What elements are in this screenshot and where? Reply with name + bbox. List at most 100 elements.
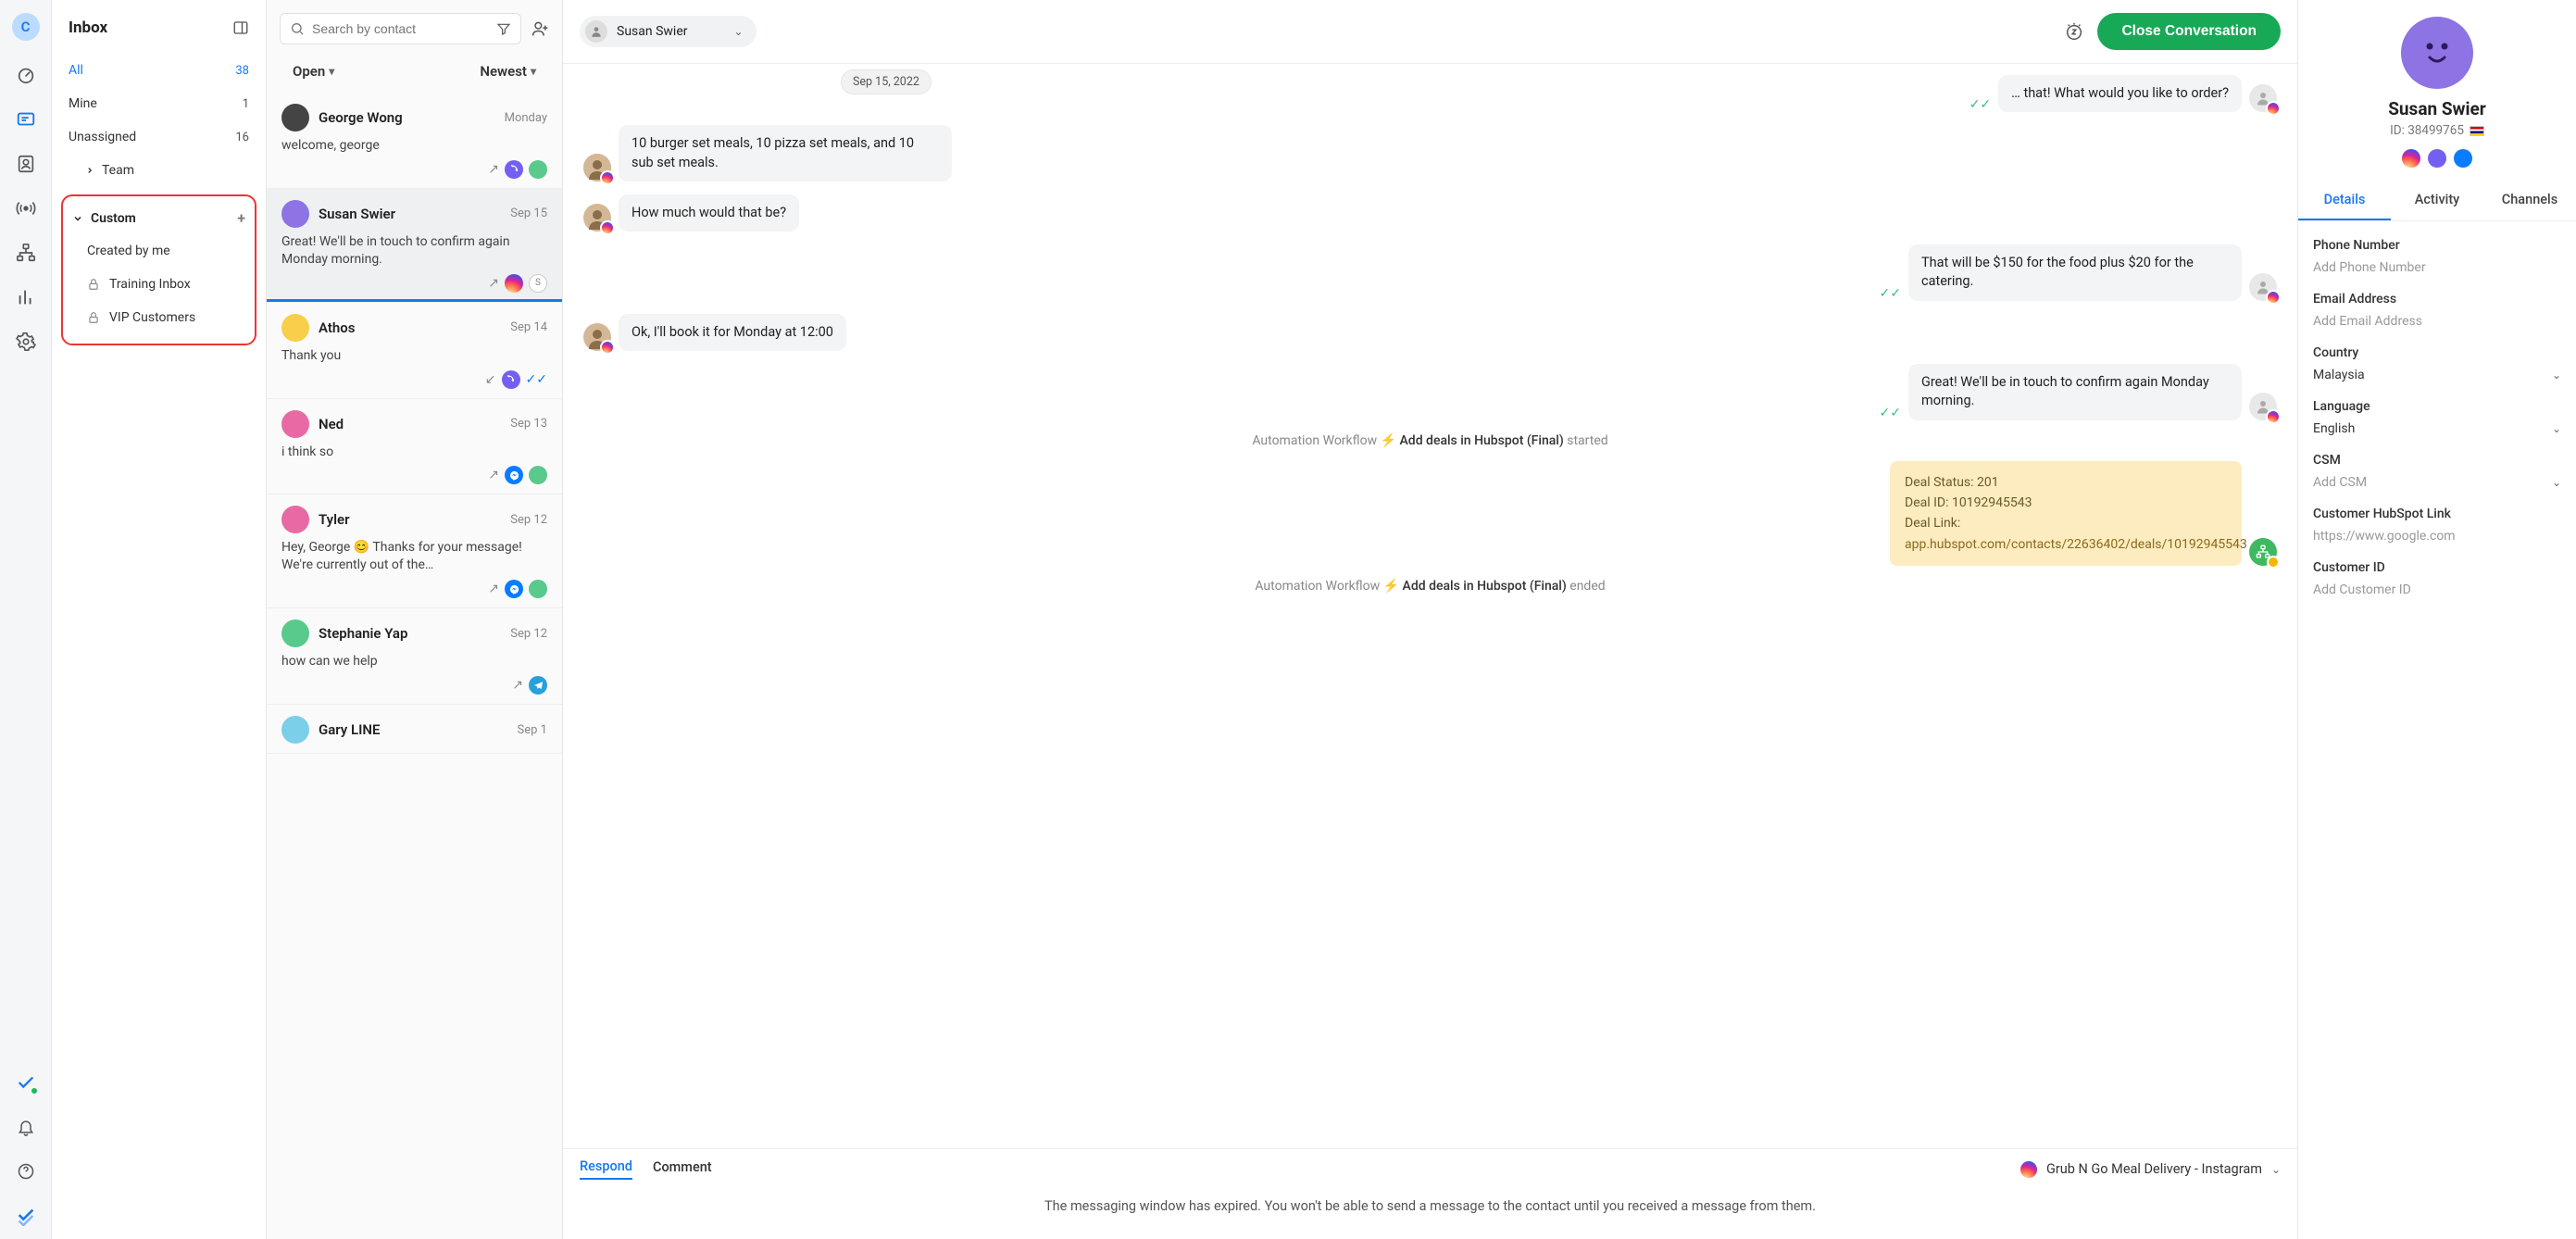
channel-name: Grub N Go Meal Delivery - Instagram bbox=[2046, 1161, 2262, 1177]
avatar bbox=[281, 506, 309, 533]
chevron-right-icon bbox=[85, 166, 94, 175]
workflows-icon[interactable] bbox=[16, 243, 36, 263]
instagram-icon bbox=[2266, 101, 2281, 116]
field-value[interactable]: Add Phone Number bbox=[2313, 260, 2561, 275]
workflow-started-line: Automation Workflow ⚡ Add deals in Hubsp… bbox=[583, 433, 2277, 448]
add-custom-inbox-button[interactable]: + bbox=[237, 209, 245, 227]
add-contact-button[interactable] bbox=[531, 19, 549, 38]
notifications-icon[interactable] bbox=[16, 1117, 36, 1137]
outgoing-arrow-icon: ↗ bbox=[488, 468, 499, 482]
message-in: 10 burger set meals, 10 pizza set meals,… bbox=[583, 125, 2277, 181]
inbox-icon[interactable] bbox=[16, 109, 36, 130]
field-label: Country bbox=[2313, 345, 2561, 360]
conversation-item[interactable]: Gary LINESep 1 bbox=[267, 705, 562, 754]
help-icon[interactable] bbox=[16, 1161, 36, 1182]
viber-icon[interactable] bbox=[2428, 149, 2446, 168]
avatar bbox=[281, 716, 309, 744]
chat-panel: Susan Swier ⌄ Close Conversation ✓✓ … th… bbox=[563, 0, 2298, 1239]
status-filter-dropdown[interactable]: Open ▾ bbox=[293, 63, 334, 80]
custom-item-label: VIP Customers bbox=[109, 310, 195, 325]
snooze-button[interactable] bbox=[2064, 21, 2084, 42]
field-value[interactable]: Malaysia⌄ bbox=[2313, 368, 2561, 382]
nav-rail: C bbox=[0, 0, 52, 1239]
timestamp: Sep 15 bbox=[510, 206, 547, 220]
message-in: How much would that be? bbox=[583, 194, 2277, 232]
read-ticks-icon: ✓✓ bbox=[1880, 286, 1901, 301]
details-tab[interactable]: Details bbox=[2298, 181, 2391, 220]
sort-filter-dropdown[interactable]: Newest ▾ bbox=[480, 63, 536, 80]
field-value[interactable]: Add Customer ID bbox=[2313, 582, 2561, 597]
field-value[interactable]: Add CSM⌄ bbox=[2313, 475, 2561, 490]
custom-item-vip-customers[interactable]: VIP Customers bbox=[63, 301, 255, 334]
contact-selector-dropdown[interactable]: Susan Swier ⌄ bbox=[580, 16, 757, 47]
contact-name: George Wong bbox=[319, 109, 495, 126]
contact-details-panel: Susan Swier ID: 38499765 Details Activit… bbox=[2298, 0, 2576, 1239]
filter-icon[interactable] bbox=[496, 21, 511, 36]
agent-avatar bbox=[2249, 84, 2277, 112]
folder-label: All bbox=[69, 63, 83, 78]
conversation-item[interactable]: Stephanie YapSep 12how can we help↗ bbox=[267, 608, 562, 705]
chevron-down-icon: ⌄ bbox=[2271, 1163, 2281, 1176]
lock-icon bbox=[87, 278, 100, 291]
comment-tab[interactable]: Comment bbox=[653, 1159, 712, 1179]
close-conversation-button[interactable]: Close Conversation bbox=[2097, 13, 2281, 50]
folder-mine[interactable]: Mine 1 bbox=[52, 87, 266, 120]
person-icon bbox=[585, 20, 607, 43]
channels-tab[interactable]: Channels bbox=[2483, 181, 2576, 220]
timestamp: Sep 14 bbox=[510, 320, 547, 334]
viber-icon bbox=[505, 160, 523, 179]
instagram-icon[interactable] bbox=[2402, 149, 2420, 168]
channel-selector-dropdown[interactable]: Grub N Go Meal Delivery - Instagram ⌄ bbox=[2020, 1161, 2281, 1178]
custom-item-training-inbox[interactable]: Training Inbox bbox=[63, 268, 255, 301]
status-icon[interactable] bbox=[16, 1072, 36, 1093]
contact-name-heading: Susan Swier bbox=[2313, 98, 2561, 119]
conversation-items: George WongMondaywelcome, george↗Susan S… bbox=[267, 93, 562, 754]
workspace-avatar[interactable]: C bbox=[12, 13, 40, 41]
read-ticks-icon: ✓✓ bbox=[1880, 406, 1901, 420]
messenger-icon bbox=[505, 466, 523, 484]
contacts-icon[interactable] bbox=[16, 154, 36, 174]
settings-icon[interactable] bbox=[16, 332, 36, 352]
custom-inboxes-highlight: Custom + Created by me Training Inbox VI… bbox=[61, 194, 256, 345]
folder-label: Mine bbox=[69, 96, 97, 111]
contact-name: Stephanie Yap bbox=[319, 625, 501, 642]
dashboard-icon[interactable] bbox=[16, 65, 36, 85]
conversation-item[interactable]: TylerSep 12Hey, George 😊 Thanks for your… bbox=[267, 494, 562, 608]
conversation-item[interactable]: George WongMondaywelcome, george↗ bbox=[267, 93, 562, 189]
agent-avatar bbox=[2249, 393, 2277, 420]
message-preview: i think so bbox=[281, 444, 547, 461]
activity-tab[interactable]: Activity bbox=[2391, 181, 2483, 220]
field-label: Customer ID bbox=[2313, 560, 2561, 575]
conversation-item[interactable]: NedSep 13i think so↗ bbox=[267, 399, 562, 495]
contact-avatar bbox=[583, 323, 611, 351]
custom-subheading: Created by me bbox=[63, 234, 255, 268]
date-separator: Sep 15, 2022 bbox=[841, 69, 932, 94]
instagram-icon bbox=[2266, 290, 2281, 305]
brand-icon[interactable] bbox=[16, 1206, 36, 1226]
folder-team[interactable]: Team bbox=[52, 154, 266, 187]
collapse-sidebar-icon[interactable] bbox=[232, 19, 249, 36]
conversation-item[interactable]: Susan SwierSep 15Great! We'll be in touc… bbox=[267, 189, 562, 303]
incoming-arrow-icon: ↙ bbox=[485, 372, 496, 387]
messenger-icon[interactable] bbox=[2454, 149, 2472, 168]
folder-label: Unassigned bbox=[69, 130, 136, 144]
broadcast-icon[interactable] bbox=[16, 198, 36, 219]
search-contacts-input[interactable] bbox=[280, 13, 521, 44]
message-bubble: Great! We'll be in touch to confirm agai… bbox=[1908, 364, 2242, 420]
folder-all[interactable]: All 38 bbox=[52, 54, 266, 87]
avatar bbox=[281, 410, 309, 438]
message-out: ✓✓ Great! We'll be in touch to confirm a… bbox=[583, 364, 2277, 420]
field-value[interactable]: English⌄ bbox=[2313, 421, 2561, 436]
folder-count: 16 bbox=[235, 131, 249, 144]
folder-count: 38 bbox=[235, 64, 249, 78]
messaging-window-expired-notice: The messaging window has expired. You wo… bbox=[580, 1191, 2281, 1222]
reports-icon[interactable] bbox=[16, 287, 36, 307]
respond-tab[interactable]: Respond bbox=[580, 1158, 632, 1180]
assignee-chip bbox=[529, 466, 547, 484]
lock-icon bbox=[87, 311, 100, 324]
field-value[interactable]: https://www.google.com bbox=[2313, 529, 2561, 544]
conversation-item[interactable]: AthosSep 14Thank you↙✓✓ bbox=[267, 303, 562, 399]
field-value[interactable]: Add Email Address bbox=[2313, 314, 2561, 329]
folder-unassigned[interactable]: Unassigned 16 bbox=[52, 120, 266, 154]
message-preview: Thank you bbox=[281, 347, 547, 365]
